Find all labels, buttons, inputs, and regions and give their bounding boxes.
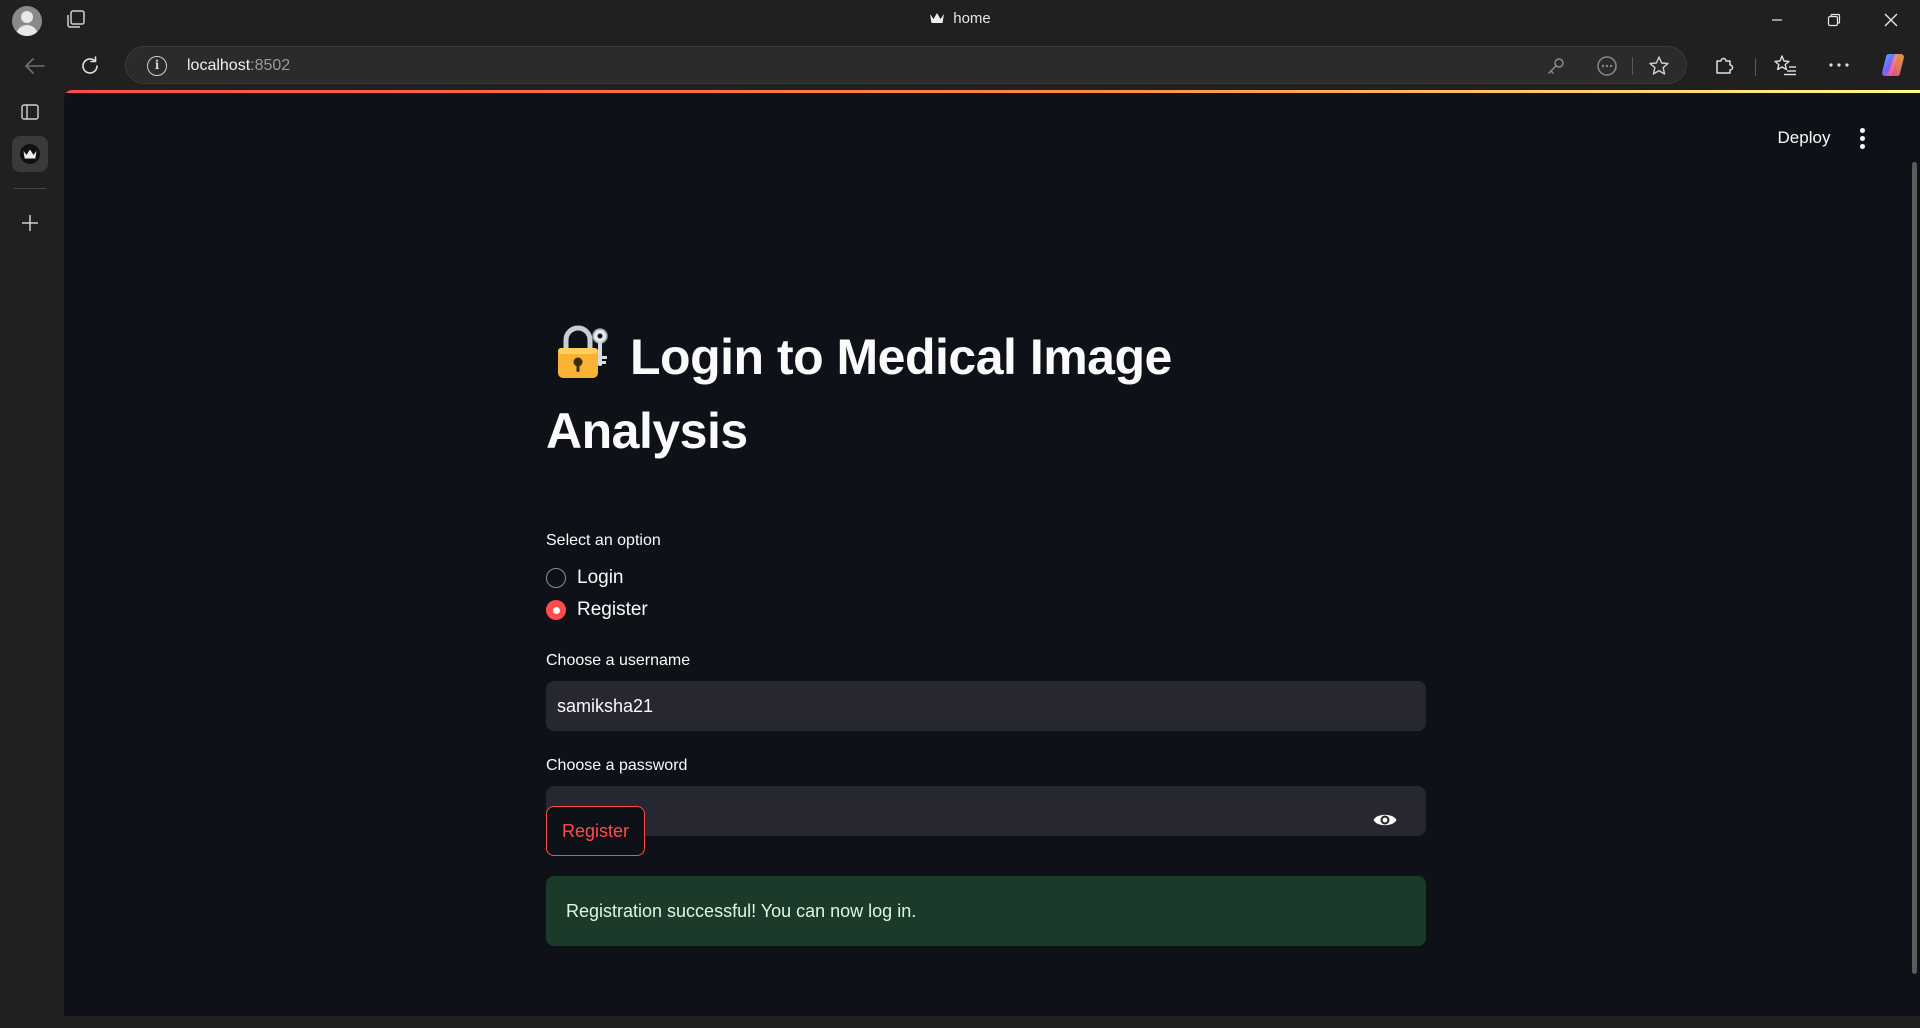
more-options-circle-icon[interactable] (1596, 55, 1618, 77)
url-host: localhost (187, 57, 251, 74)
toolbar-divider (1755, 58, 1756, 76)
browser-toolbar: i localhost:8502 (0, 40, 1920, 90)
tab-home[interactable] (12, 136, 48, 172)
address-bar[interactable]: i localhost:8502 (125, 46, 1687, 84)
lock-with-key-icon (550, 322, 610, 398)
username-value: samiksha21 (557, 696, 654, 716)
radio-button-checked[interactable] (546, 600, 566, 620)
close-window-button[interactable] (1862, 0, 1920, 40)
streamlit-crown-icon (929, 11, 945, 29)
settings-more-icon[interactable] (1822, 48, 1856, 82)
back-arrow-icon[interactable] (17, 48, 53, 84)
password-label: Choose a password (546, 757, 688, 774)
radio-option-register[interactable]: Register (546, 599, 648, 621)
page-scrollbar[interactable] (1912, 162, 1917, 974)
site-info-icon[interactable]: i (147, 56, 167, 76)
tab-strip-divider (14, 188, 46, 189)
radio-option-login[interactable]: Login (546, 567, 624, 589)
password-key-icon[interactable] (1545, 55, 1567, 77)
extensions-puzzle-icon[interactable] (1707, 48, 1741, 82)
radio-option-label: Register (577, 599, 648, 620)
vertical-tab-strip (0, 90, 63, 1028)
new-tab-plus-icon[interactable] (12, 205, 48, 241)
radio-group-label: Select an option (546, 532, 661, 549)
tab-title: home (0, 10, 1920, 29)
url-port: :8502 (250, 57, 291, 74)
tab-title-text: home (953, 10, 991, 27)
url-text[interactable]: localhost:8502 (187, 57, 290, 75)
page-viewport: Deploy Login to Medical Image Analysis S… (64, 90, 1920, 1016)
restore-button[interactable] (1805, 0, 1863, 40)
favorites-list-icon[interactable] (1768, 48, 1802, 82)
main-menu-kebab-icon[interactable] (1850, 122, 1874, 154)
copilot-icon[interactable] (1876, 48, 1910, 82)
page-title-text: Login to Medical Image Analysis (546, 329, 1172, 459)
streamlit-tab-icon (20, 144, 40, 164)
username-label: Choose a username (546, 652, 691, 669)
show-password-eye-icon[interactable] (1372, 800, 1398, 826)
window-bottom-edge (0, 1016, 1920, 1028)
page-title: Login to Medical Image Analysis (546, 322, 1266, 464)
reload-icon[interactable] (72, 48, 108, 84)
app-header-decoration (64, 90, 1920, 93)
radio-button-unchecked[interactable] (546, 568, 566, 588)
deploy-button[interactable]: Deploy (1764, 120, 1844, 156)
password-input[interactable]: •••••••••• (546, 786, 1426, 836)
browser-title-bar: home (0, 0, 1920, 40)
success-alert: Registration successful! You can now log… (546, 876, 1426, 946)
tab-actions-icon[interactable] (12, 94, 48, 130)
username-input[interactable]: samiksha21 (546, 681, 1426, 731)
minimize-button[interactable] (1748, 0, 1806, 40)
radio-option-label: Login (577, 567, 624, 588)
omnibox-divider (1632, 57, 1633, 75)
register-button[interactable]: Register (546, 806, 645, 856)
favorite-star-icon[interactable] (1648, 55, 1670, 77)
